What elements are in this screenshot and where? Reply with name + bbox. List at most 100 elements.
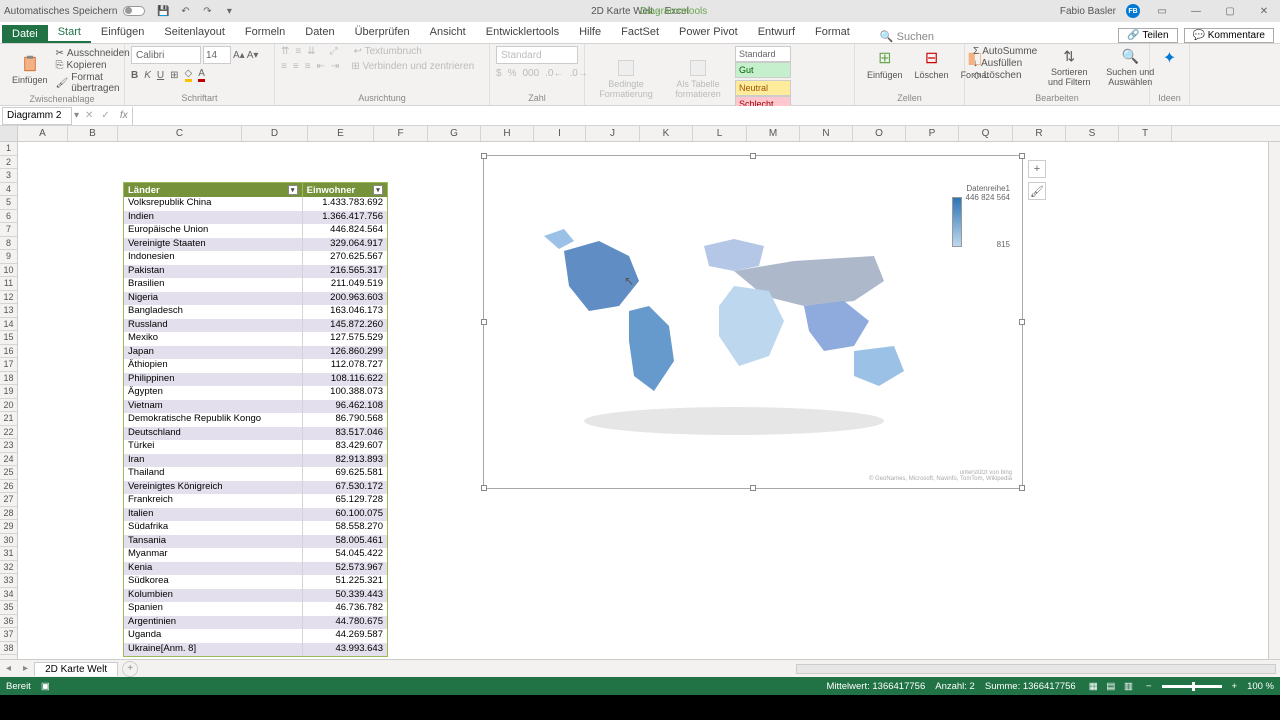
merge-button[interactable]: ⊞ Verbinden und zentrieren — [351, 61, 474, 72]
column-header[interactable]: C — [118, 126, 242, 141]
column-header[interactable]: G — [428, 126, 481, 141]
row-header[interactable]: 19 — [0, 385, 17, 399]
column-header[interactable]: N — [800, 126, 853, 141]
share-button[interactable]: 🔗 Teilen — [1118, 28, 1177, 43]
row-header[interactable]: 30 — [0, 534, 17, 548]
table-row[interactable]: Pakistan216.565.317 — [124, 265, 387, 279]
tab-file[interactable]: Datei — [2, 25, 48, 43]
bold-button[interactable]: B — [131, 70, 138, 81]
zoom-in-button[interactable]: + — [1232, 681, 1238, 692]
fx-icon[interactable]: fx — [116, 110, 132, 121]
indent-dec-icon[interactable]: ⇤ — [317, 61, 325, 72]
user-avatar[interactable]: FB — [1126, 4, 1140, 18]
align-right-icon[interactable]: ≡ — [305, 61, 311, 72]
table-row[interactable]: Türkei83.429.607 — [124, 440, 387, 454]
table-row[interactable]: Iran82.913.893 — [124, 454, 387, 468]
map-chart[interactable]: + 🖌 Datenreihe1 446 824 564 815 — [483, 155, 1023, 489]
table-row[interactable]: Äthiopien112.078.727 — [124, 359, 387, 373]
table-row[interactable]: Italien60.100.075 — [124, 508, 387, 522]
table-row[interactable]: Bangladesch163.046.173 — [124, 305, 387, 319]
cell-style-standard[interactable]: Standard — [735, 46, 791, 62]
table-row[interactable]: Südkorea51.225.321 — [124, 575, 387, 589]
table-row[interactable]: Demokratische Republik Kongo86.790.568 — [124, 413, 387, 427]
page-layout-view-icon[interactable]: ▤ — [1103, 681, 1118, 692]
insert-cells-button[interactable]: ⊞Einfügen — [861, 46, 909, 82]
row-header[interactable]: 28 — [0, 507, 17, 521]
row-header[interactable]: 13 — [0, 304, 17, 318]
add-sheet-button[interactable]: + — [122, 661, 138, 677]
indent-inc-icon[interactable]: ⇥ — [331, 61, 339, 72]
tab-überprüfen[interactable]: Überprüfen — [345, 23, 420, 43]
row-header[interactable]: 20 — [0, 399, 17, 413]
column-header[interactable]: Q — [959, 126, 1013, 141]
save-icon[interactable]: 💾 — [157, 5, 169, 17]
cond-format-button[interactable]: Bedingte Formatierung — [591, 46, 661, 112]
column-header[interactable]: K — [640, 126, 693, 141]
fx-cancel-icon[interactable]: ✕ — [85, 110, 93, 121]
column-header[interactable]: F — [374, 126, 428, 141]
clear-button[interactable]: ◇ Löschen — [971, 70, 1039, 81]
row-header[interactable]: 18 — [0, 372, 17, 386]
fx-confirm-icon[interactable]: ✓ — [101, 110, 109, 121]
normal-view-icon[interactable]: ▦ — [1086, 681, 1101, 692]
row-header[interactable]: 10 — [0, 264, 17, 278]
column-header[interactable]: M — [747, 126, 800, 141]
tab-daten[interactable]: Daten — [295, 23, 344, 43]
qat-custom-icon[interactable]: ▾ — [223, 5, 235, 17]
align-center-icon[interactable]: ≡ — [293, 61, 299, 72]
chart-styles-button[interactable]: 🖌 — [1028, 182, 1046, 200]
tab-power pivot[interactable]: Power Pivot — [669, 23, 748, 43]
paste-button[interactable]: Einfügen — [6, 46, 54, 94]
row-header[interactable]: 1 — [0, 142, 17, 156]
align-bottom-icon[interactable]: ⇊ — [307, 46, 315, 57]
close-icon[interactable]: ✕ — [1252, 6, 1276, 17]
font-size-input[interactable]: 14 — [203, 46, 231, 64]
table-format-button[interactable]: Als Tabelle formatieren — [665, 46, 731, 112]
table-row[interactable]: Südafrika58.558.270 — [124, 521, 387, 535]
align-middle-icon[interactable]: ≡ — [295, 46, 301, 57]
page-break-view-icon[interactable]: ▥ — [1121, 681, 1136, 692]
zoom-slider[interactable] — [1162, 685, 1222, 688]
tab-factset[interactable]: FactSet — [611, 23, 669, 43]
worksheet-grid[interactable]: Länder▾ Einwohner▾ Volksrepublik China1.… — [18, 142, 1268, 659]
column-header[interactable]: E — [308, 126, 374, 141]
delete-cells-button[interactable]: ⊟Löschen — [909, 46, 955, 82]
table-row[interactable]: Indonesien270.625.567 — [124, 251, 387, 265]
table-row[interactable]: Kolumbien50.339.443 — [124, 589, 387, 603]
row-header[interactable]: 37 — [0, 628, 17, 642]
row-header[interactable]: 16 — [0, 345, 17, 359]
row-header[interactable]: 6 — [0, 210, 17, 224]
currency-icon[interactable]: $ — [496, 68, 502, 79]
undo-icon[interactable]: ↶ — [179, 5, 191, 17]
table-row[interactable]: Indien1.366.417.756 — [124, 211, 387, 225]
table-row[interactable]: Ägypten100.388.073 — [124, 386, 387, 400]
tab-formeln[interactable]: Formeln — [235, 23, 295, 43]
zoom-out-button[interactable]: − — [1146, 681, 1152, 692]
column-header[interactable]: I — [534, 126, 586, 141]
decrease-font-icon[interactable]: A▾ — [247, 50, 259, 61]
row-header[interactable]: 15 — [0, 331, 17, 345]
italic-button[interactable]: K — [144, 70, 151, 81]
table-row[interactable]: Brasilien211.049.519 — [124, 278, 387, 292]
table-row[interactable]: Argentinien44.780.675 — [124, 616, 387, 630]
column-header[interactable]: H — [481, 126, 534, 141]
search-label[interactable]: Suchen — [897, 31, 934, 43]
tab-einfügen[interactable]: Einfügen — [91, 23, 154, 43]
row-header[interactable]: 31 — [0, 547, 17, 561]
sheet-nav-next-icon[interactable]: ▸ — [17, 663, 34, 674]
increase-font-icon[interactable]: A▴ — [233, 50, 245, 61]
chart-elements-button[interactable]: + — [1028, 160, 1046, 178]
row-header[interactable]: 24 — [0, 453, 17, 467]
fill-button[interactable]: ↓ Ausfüllen — [971, 58, 1039, 69]
column-header[interactable]: P — [906, 126, 959, 141]
table-row[interactable]: Tansania58.005.461 — [124, 535, 387, 549]
inc-decimal-icon[interactable]: .0← — [545, 68, 563, 79]
row-header[interactable]: 5 — [0, 196, 17, 210]
ribbon-mode-icon[interactable]: ▭ — [1150, 6, 1174, 17]
row-header[interactable]: 2 — [0, 156, 17, 170]
row-header[interactable]: 38 — [0, 642, 17, 656]
table-row[interactable]: Ukraine[Anm. 8]43.993.643 — [124, 643, 387, 657]
ideas-button[interactable]: ✦ — [1156, 46, 1183, 70]
row-header[interactable]: 29 — [0, 520, 17, 534]
column-header[interactable]: T — [1119, 126, 1172, 141]
